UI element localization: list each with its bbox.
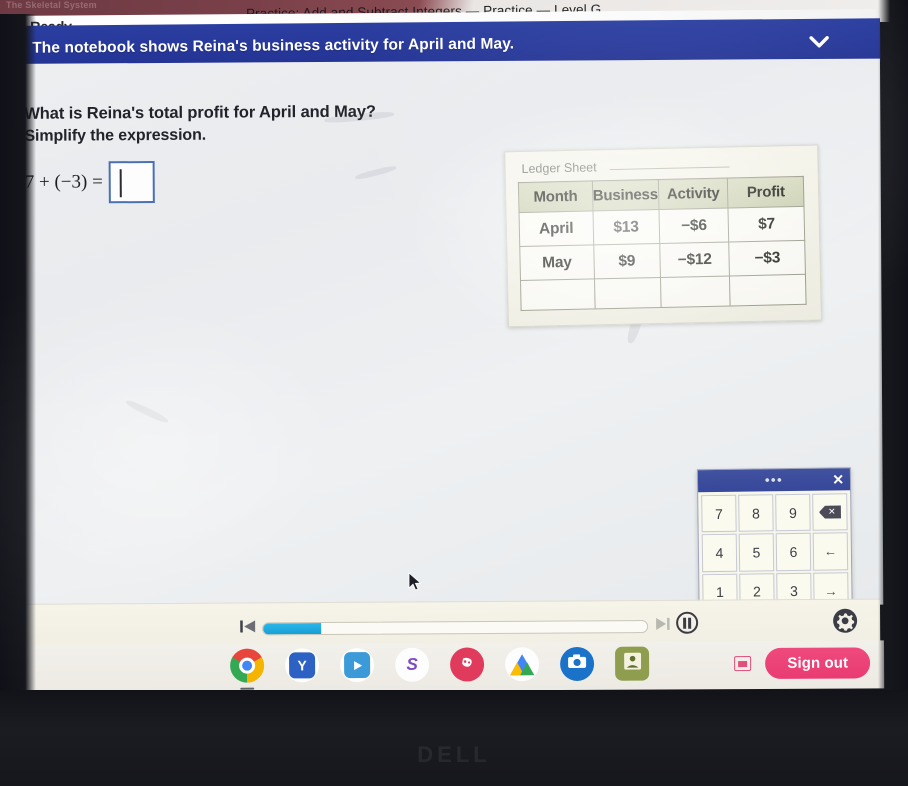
ledger-title: Ledger Sheet [521,160,597,176]
app-google-drive[interactable] [505,647,540,682]
ledger-title-rule [609,166,730,171]
text-caret [119,169,122,198]
device-bezel-bottom: DELL [0,690,908,786]
key-label: 8 [751,505,760,522]
close-icon[interactable]: ✕ [832,470,844,488]
cell-month [520,278,595,311]
chevron-down-icon[interactable] [806,30,832,54]
key-label: 9 [788,504,797,521]
shelf-app-list: Y S [230,646,650,690]
app-s[interactable]: S [395,647,430,682]
arrow-left-icon: ← [823,543,838,559]
key-4[interactable]: 4 [701,533,738,572]
red-mask-app-icon [457,652,477,677]
key-8[interactable]: 8 [738,494,774,532]
app-camera[interactable] [560,646,595,682]
key-label: 4 [715,544,724,561]
key-6[interactable]: 6 [775,533,812,571]
status-tray-icon[interactable] [734,656,752,672]
column-header-activity: Activity [658,177,729,210]
key-5[interactable]: 5 [738,533,775,572]
progress-slider[interactable] [262,620,649,636]
chromeos-shelf: Y S Sign out [0,640,885,693]
worksheet-area: What is Reina's total profit for April a… [0,58,884,655]
key-label: 3 [789,583,798,600]
app-green-badge[interactable] [615,646,650,681]
gear-icon[interactable] [832,608,858,634]
keypad-drag-handle[interactable]: ••• [765,472,783,487]
table-row [520,274,807,311]
column-header-profit: Profit [727,176,804,208]
pencil-smudge [124,398,170,425]
cell-activity-1 [594,277,661,309]
backspace-icon: ✕ [819,505,841,518]
device-bezel-left [0,14,36,694]
cell-activity-2: −$6 [658,207,730,244]
key-backspace[interactable]: ✕ [812,493,848,531]
background-tab-label[interactable]: The Skeletal System [6,0,97,10]
skip-back-icon[interactable] [240,619,256,633]
cell-activity-2 [660,275,731,308]
pause-icon[interactable] [676,611,699,634]
column-header-month: Month [518,180,593,213]
key-label: 6 [789,543,798,560]
camera-icon [567,653,587,675]
google-drive-icon [510,653,535,675]
cell-profit [729,274,807,306]
key-7[interactable]: 7 [701,494,737,533]
question-prompt-line-1: What is Reina's total profit for April a… [24,102,376,123]
instruction-text: The notebook shows Reina's business acti… [32,35,515,57]
keypad-title-bar[interactable]: ••• ✕ [697,468,851,493]
shelf-status-area: Sign out [734,647,871,679]
device-brand-logo: DELL [417,742,491,767]
app-blue-y[interactable]: Y [285,648,320,683]
cell-profit: $7 [728,206,805,242]
blue-checkmark-app-icon: Y [289,652,316,679]
letter-s-app-icon: S [406,654,418,674]
column-header-business: Business [591,179,659,211]
key-arrow-left[interactable]: ← [812,532,849,571]
key-label: 5 [752,544,761,561]
key-label: 1 [715,584,724,601]
cell-activity-1: $9 [593,243,661,279]
app-red-circle[interactable] [450,647,485,682]
ledger-table: Month Business Activity Profit April $13… [518,176,807,311]
key-9[interactable]: 9 [775,493,811,532]
app-play[interactable] [340,648,375,683]
device-bezel-right [878,0,908,700]
cell-month: May [519,244,595,281]
math-expression: 7 + (−3) = [24,171,103,193]
cell-month: April [519,210,594,247]
cell-activity-2: −$12 [659,241,730,278]
key-label: 2 [752,583,761,600]
contact-badge-icon [623,652,641,675]
key-label: 7 [714,505,723,522]
answer-input[interactable] [108,161,155,204]
app-letter: Y [297,657,307,674]
app-chrome[interactable] [230,648,265,690]
screen-photo: The Skeletal System Practice: Add and Su… [0,0,908,786]
cell-activity-1: $13 [592,209,660,245]
cell-profit: −$3 [729,240,806,276]
sign-out-button[interactable]: Sign out [765,647,871,679]
play-triangle-app-icon [344,652,371,679]
ledger-sheet-image: Ledger Sheet Month Business Activity Pro… [504,144,822,328]
arrow-right-icon: → [824,583,838,599]
progress-fill [263,623,321,635]
skip-forward-icon[interactable] [654,616,672,632]
expression-row: 7 + (−3) = [25,159,455,204]
question-block: What is Reina's total profit for April a… [12,101,455,204]
question-prompt-line-2: Simplify the expression. [24,126,207,145]
